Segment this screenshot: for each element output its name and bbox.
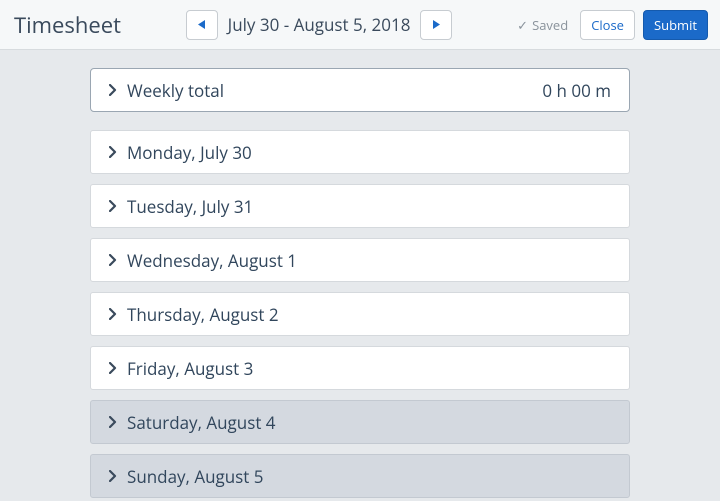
chevron-right-icon [109,362,117,374]
triangle-left-icon [198,20,205,29]
day-row-wednesday[interactable]: Wednesday, August 1 [90,238,630,282]
close-button[interactable]: Close [580,10,635,40]
prev-week-button[interactable] [186,10,218,40]
saved-label: Saved [532,16,568,34]
date-range-label: July 30 - August 5, 2018 [228,13,411,36]
day-label: Monday, July 30 [127,141,611,164]
chevron-right-icon [109,146,117,158]
day-row-saturday[interactable]: Saturday, August 4 [90,400,630,444]
date-navigator: July 30 - August 5, 2018 [121,10,517,40]
chevron-right-icon [109,308,117,320]
day-row-friday[interactable]: Friday, August 3 [90,346,630,390]
chevron-right-icon [109,254,117,266]
chevron-right-icon [109,470,117,482]
day-label: Wednesday, August 1 [127,249,611,272]
header-actions: ✓ Saved Close Submit [517,10,708,40]
chevron-right-icon [109,200,117,212]
triangle-right-icon [433,20,440,29]
weekly-total-label: Weekly total [127,79,542,102]
saved-status: ✓ Saved [517,16,568,34]
day-row-thursday[interactable]: Thursday, August 2 [90,292,630,336]
day-label: Thursday, August 2 [127,303,611,326]
day-row-monday[interactable]: Monday, July 30 [90,130,630,174]
weekly-total-value: 0 h 00 m [542,79,611,102]
check-icon: ✓ [517,16,528,34]
day-row-tuesday[interactable]: Tuesday, July 31 [90,184,630,228]
page-title: Timesheet [14,10,121,40]
app-header: Timesheet July 30 - August 5, 2018 ✓ Sav… [0,0,720,50]
day-label: Sunday, August 5 [127,465,611,488]
day-label: Tuesday, July 31 [127,195,611,218]
chevron-right-icon [109,416,117,428]
day-label: Friday, August 3 [127,357,611,380]
chevron-right-icon [109,84,117,96]
next-week-button[interactable] [420,10,452,40]
day-row-sunday[interactable]: Sunday, August 5 [90,454,630,498]
day-label: Saturday, August 4 [127,411,611,434]
weekly-total-row[interactable]: Weekly total 0 h 00 m [90,68,630,112]
timesheet-body: Weekly total 0 h 00 m Monday, July 30 Tu… [0,50,720,501]
submit-button[interactable]: Submit [643,10,708,40]
